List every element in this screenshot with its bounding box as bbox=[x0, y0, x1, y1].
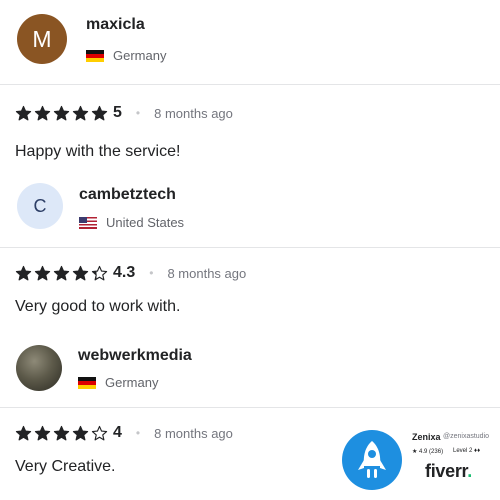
united-states-flag-icon bbox=[79, 216, 97, 229]
star-filled-icon bbox=[91, 105, 108, 120]
review-rating: 5 • 8 months ago bbox=[15, 104, 233, 122]
star-rating bbox=[15, 105, 108, 122]
germany-flag-icon bbox=[86, 49, 104, 62]
review-time: 8 months ago bbox=[154, 105, 233, 121]
review-comment: Very Creative. bbox=[15, 458, 116, 475]
country-name: Germany bbox=[113, 48, 167, 63]
rating-value: 4 bbox=[113, 424, 122, 441]
badge-rating: ★ 4.9 (236) bbox=[412, 449, 444, 455]
reviewer-name[interactable]: cambetztech bbox=[79, 186, 176, 204]
avatar[interactable]: M bbox=[17, 14, 67, 64]
badge-seller-handle: @zenixastudio bbox=[443, 433, 490, 440]
star-filled-icon bbox=[53, 425, 70, 440]
separator-dot: • bbox=[149, 266, 154, 280]
germany-flag-icon bbox=[78, 376, 96, 389]
review-time: 8 months ago bbox=[167, 265, 247, 281]
separator-dot: • bbox=[135, 426, 141, 440]
reviewer-name[interactable]: webwerkmedia bbox=[78, 347, 192, 365]
divider bbox=[0, 84, 500, 85]
badge-seller-name: Zenixa bbox=[412, 432, 441, 442]
country-name: United States bbox=[106, 215, 185, 230]
star-filled-icon bbox=[15, 265, 32, 280]
star-filled-icon bbox=[53, 105, 70, 120]
star-filled-icon bbox=[34, 425, 51, 440]
rating-value: 4.3 bbox=[113, 264, 136, 281]
review-rating: 4 • 8 months ago bbox=[15, 424, 233, 442]
reviewer-name[interactable]: maxicla bbox=[86, 16, 145, 34]
review-comment: Very good to work with. bbox=[15, 298, 181, 315]
star-filled-icon bbox=[34, 105, 51, 120]
rocket-logo-icon bbox=[342, 430, 402, 490]
star-rating bbox=[15, 265, 108, 282]
fiverr-logo: fiverr. bbox=[425, 461, 472, 482]
reviewer-country: Germany bbox=[86, 48, 166, 63]
divider bbox=[0, 247, 500, 248]
reviewer-country: Germany bbox=[78, 375, 158, 390]
reviews-page: M maxicla Germany 5 • 8 months ago Happy… bbox=[0, 0, 500, 500]
country-name: Germany bbox=[105, 375, 159, 390]
seller-badge[interactable]: Zenixa @zenixastudio ★ 4.9 (236) Level 2… bbox=[336, 428, 496, 498]
reviewer-country: United States bbox=[79, 215, 184, 230]
avatar-initial: C bbox=[33, 195, 47, 216]
avatar-initial: M bbox=[32, 25, 52, 52]
divider bbox=[0, 407, 500, 408]
badge-level: Level 2 ♦♦ bbox=[453, 448, 481, 454]
fiverr-dot: . bbox=[467, 461, 472, 481]
rocket-icon bbox=[358, 441, 386, 478]
review-rating: 4.3 • 8 months ago bbox=[15, 264, 246, 282]
star-filled-icon bbox=[53, 265, 70, 280]
star-empty-icon bbox=[91, 425, 108, 440]
rating-value: 5 bbox=[113, 104, 122, 121]
star-filled-icon bbox=[72, 265, 89, 280]
avatar[interactable] bbox=[16, 345, 62, 391]
avatar[interactable]: C bbox=[17, 183, 63, 229]
review-comment: Happy with the service! bbox=[15, 143, 181, 160]
separator-dot: • bbox=[135, 106, 141, 120]
review-time: 8 months ago bbox=[154, 425, 233, 441]
fiverr-wordmark: fiverr bbox=[425, 461, 468, 481]
star-half-icon bbox=[91, 265, 108, 280]
star-rating bbox=[15, 425, 108, 442]
star-filled-icon bbox=[72, 105, 89, 120]
star-filled-icon bbox=[34, 265, 51, 280]
star-filled-icon bbox=[72, 425, 89, 440]
star-filled-icon bbox=[15, 425, 32, 440]
star-filled-icon bbox=[15, 105, 32, 120]
